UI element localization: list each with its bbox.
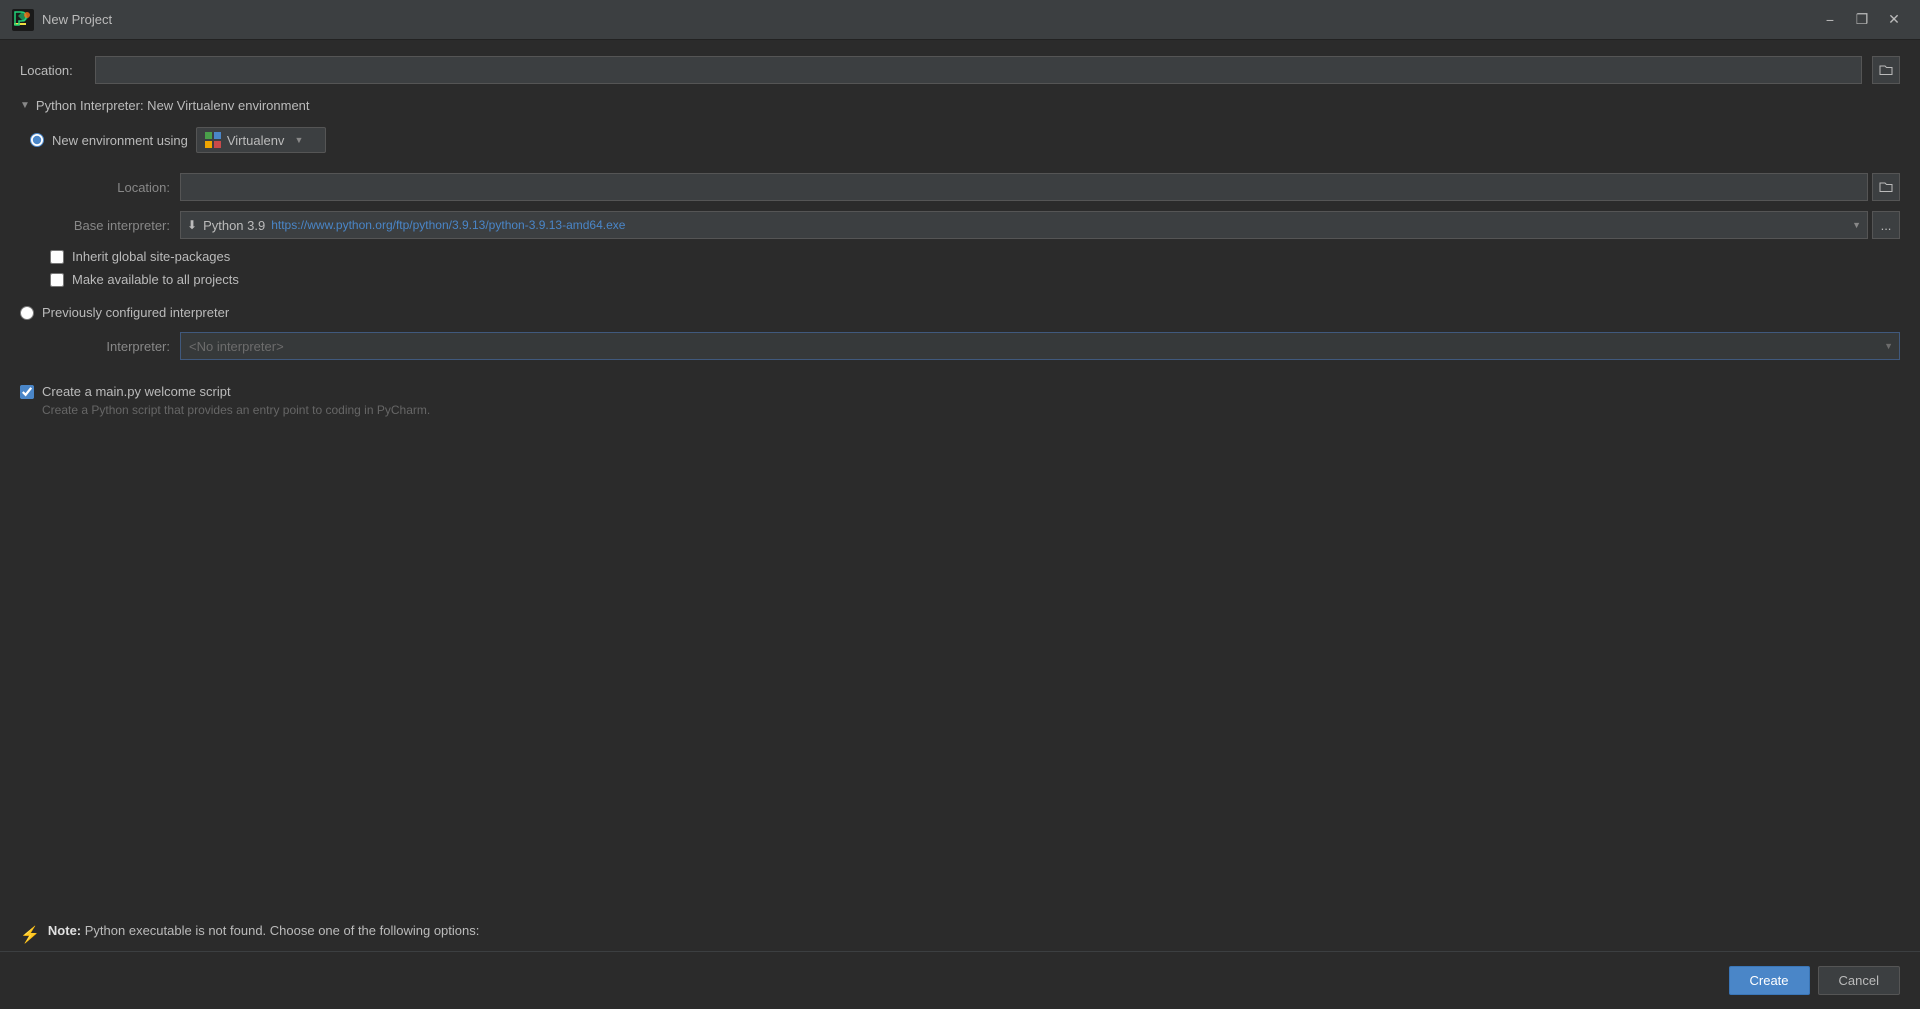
folder-icon — [1879, 63, 1893, 77]
base-interpreter-row: Base interpreter: ⬇ Python 3.9 https://w… — [50, 211, 1900, 239]
titlebar-controls: − ❐ ✕ — [1816, 6, 1908, 34]
new-environment-label: New environment using — [52, 133, 188, 148]
inherit-label: Inherit global site-packages — [72, 249, 230, 264]
lightning-icon: ⚡ — [20, 925, 40, 945]
env-location-label: Location: — [50, 180, 170, 195]
new-environment-sub-form: Location: Base interpreter: ⬇ Python 3.9… — [20, 173, 1900, 295]
interpreter-label: Interpreter: — [50, 339, 170, 354]
base-interpreter-dropdown[interactable]: ⬇ Python 3.9 https://www.python.org/ftp/… — [180, 211, 1868, 239]
top-location-folder-button[interactable] — [1872, 56, 1900, 84]
make-available-checkbox-row: Make available to all projects — [50, 272, 1900, 287]
top-location-row: Location: — [20, 56, 1900, 84]
minimize-button[interactable]: − — [1816, 6, 1844, 34]
base-interpreter-input-wrap: ⬇ Python 3.9 https://www.python.org/ftp/… — [180, 211, 1900, 239]
create-button[interactable]: Create — [1729, 966, 1810, 995]
dialog-content: Location: ▼ Python Interpreter: New Virt… — [0, 40, 1920, 1009]
python-interpreter-section-header[interactable]: ▼ Python Interpreter: New Virtualenv env… — [20, 98, 1900, 113]
note-body: Python executable is not found. Choose o… — [81, 923, 479, 938]
no-interpreter-wrap: <No interpreter> ▼ — [180, 332, 1900, 360]
no-interpreter-arrow-icon: ▼ — [1884, 341, 1893, 351]
virtualenv-icon — [205, 132, 221, 148]
interpreter-ellipsis-button[interactable]: ... — [1872, 211, 1900, 239]
interpreter-dropdown-arrow-icon: ▼ — [1852, 220, 1861, 230]
prev-interpreter-row: Previously configured interpreter — [20, 305, 1900, 320]
env-location-folder-button[interactable] — [1872, 173, 1900, 201]
folder-icon — [1879, 180, 1893, 194]
interpreter-url: https://www.python.org/ftp/python/3.9.13… — [271, 218, 625, 232]
cancel-button[interactable]: Cancel — [1818, 966, 1900, 995]
close-button[interactable]: ✕ — [1880, 6, 1908, 34]
inherit-checkbox[interactable] — [50, 250, 64, 264]
restore-button[interactable]: ❐ — [1848, 6, 1876, 34]
top-location-input[interactable] — [95, 56, 1862, 84]
titlebar-title: New Project — [42, 12, 112, 27]
dialog-footer: Create Cancel — [0, 951, 1920, 1009]
top-location-label: Location: — [20, 63, 85, 78]
interpreter-row: Interpreter: <No interpreter> ▼ — [50, 332, 1900, 360]
prev-interpreter-radio[interactable] — [20, 306, 34, 320]
virtualenv-label: Virtualenv — [227, 133, 285, 148]
welcome-script-section: Create a main.py welcome script Create a… — [20, 384, 1900, 417]
note-text: Note: Python executable is not found. Ch… — [48, 923, 1900, 938]
env-location-input-wrap — [180, 173, 1900, 201]
environment-radio-group: New environment using Virtualenv ▼ — [20, 127, 1900, 163]
inherit-checkbox-row: Inherit global site-packages — [50, 249, 1900, 264]
titlebar: New Project − ❐ ✕ — [0, 0, 1920, 40]
chevron-down-icon: ▼ — [20, 100, 30, 111]
make-available-label: Make available to all projects — [72, 272, 239, 287]
interpreter-version: Python 3.9 — [203, 218, 265, 233]
welcome-script-label: Create a main.py welcome script — [42, 384, 231, 399]
base-interpreter-label: Base interpreter: — [50, 218, 170, 233]
make-available-checkbox[interactable] — [50, 273, 64, 287]
download-icon: ⬇ — [187, 218, 197, 232]
virtualenv-dropdown[interactable]: Virtualenv ▼ — [196, 127, 326, 153]
no-interpreter-text: <No interpreter> — [189, 339, 284, 354]
prev-interpreter-label: Previously configured interpreter — [42, 305, 229, 320]
env-location-input[interactable] — [180, 173, 1868, 201]
prev-interpreter-sub-form: Interpreter: <No interpreter> ▼ — [20, 332, 1900, 370]
pycharm-logo-icon — [12, 9, 34, 31]
virtualenv-dropdown-arrow-icon: ▼ — [294, 135, 303, 145]
welcome-script-description: Create a Python script that provides an … — [20, 403, 1900, 417]
new-environment-radio[interactable] — [30, 133, 44, 147]
welcome-checkbox-row: Create a main.py welcome script — [20, 384, 1900, 399]
new-environment-row: New environment using Virtualenv ▼ — [30, 127, 1900, 153]
titlebar-left: New Project — [12, 9, 112, 31]
env-location-row: Location: — [50, 173, 1900, 201]
section-header-title: Python Interpreter: New Virtualenv envir… — [36, 98, 310, 113]
no-interpreter-dropdown[interactable]: <No interpreter> ▼ — [180, 332, 1900, 360]
note-prefix: Note: — [48, 923, 81, 938]
welcome-script-checkbox[interactable] — [20, 385, 34, 399]
